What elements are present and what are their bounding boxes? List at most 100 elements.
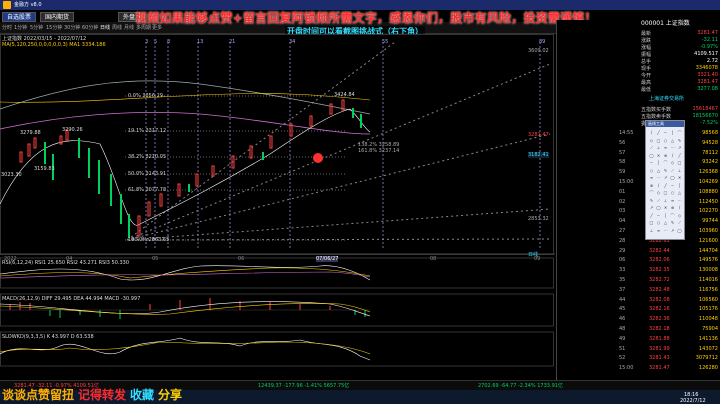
draw-tool-icon[interactable]: ⋯ [677, 198, 682, 203]
draw-tool-icon[interactable]: ○ [656, 220, 661, 225]
tape-volume: 144704 [698, 247, 718, 254]
draw-tool-icon[interactable]: □ [663, 190, 668, 195]
draw-tool-icon[interactable]: │ [677, 183, 682, 188]
draw-tool-icon[interactable]: ◇ [670, 160, 675, 165]
draw-tool-icon[interactable]: △ [670, 138, 675, 143]
draw-tool-icon[interactable]: ⊥ [663, 198, 668, 203]
draw-tool-icon[interactable]: ≡ [656, 228, 661, 233]
fib-time-label: 13 [197, 39, 204, 45]
draw-tool-icon[interactable]: ◯ [677, 228, 682, 233]
draw-tool-icon[interactable]: ↗ [649, 205, 654, 210]
draw-tool-icon[interactable]: △ [656, 168, 661, 173]
draw-tool-icon[interactable]: ⌒ [677, 130, 682, 135]
draw-tool-icon[interactable]: ○ [670, 190, 675, 195]
candle [44, 142, 46, 164]
draw-tool-icon[interactable]: ✎ [663, 168, 668, 173]
draw-tool-icon[interactable]: ─ [656, 213, 661, 218]
draw-tool-icon[interactable]: ○ [649, 168, 654, 173]
draw-tool-icon[interactable]: ─ [663, 130, 668, 135]
draw-tool-icon[interactable]: ✕ [663, 205, 668, 210]
period-tick[interactable]: 分时 [2, 24, 12, 31]
draw-tool-icon[interactable]: ⊥ [649, 228, 654, 233]
x-axis-label: 08 [430, 256, 437, 262]
draw-tool-icon[interactable]: ✕ [656, 153, 661, 158]
draw-tool-icon[interactable]: ⋯ [663, 228, 668, 233]
kline-chart[interactable] [0, 34, 555, 380]
chart-corner-tag[interactable]: 日线 [528, 252, 538, 258]
period-week[interactable]: 周线 [112, 24, 122, 31]
draw-tool-icon[interactable]: □ [677, 160, 682, 165]
draw-tool-icon[interactable]: ◯ [656, 205, 661, 210]
draw-tool-icon[interactable]: ⟋ [677, 220, 682, 225]
draw-tool-icon[interactable]: ⌒ [649, 190, 654, 195]
chart-area[interactable]: 上证指数 2022/03/15 - 2022/07/12 MA(5,120,25… [0, 34, 555, 384]
draw-tool-icon[interactable]: □ [656, 138, 661, 143]
draw-tool-icon[interactable]: ⌒ [663, 160, 668, 165]
draw-tool-icon[interactable]: ⊕ [663, 153, 668, 158]
draw-tool-icon[interactable]: ─ [649, 160, 654, 165]
period-30m[interactable]: 30分钟 [64, 24, 80, 31]
period-5m[interactable]: 5分钟 [30, 24, 43, 31]
draw-tool-icon[interactable]: ⟋ [670, 168, 675, 173]
draw-tool-icon[interactable]: ⟋ [656, 198, 661, 203]
tape-volume: 94528 [702, 139, 718, 146]
draw-tool-icon[interactable]: ◯ [670, 175, 675, 180]
draw-tool-icon[interactable]: ◇ [656, 190, 661, 195]
draw-tool-icon[interactable]: / [677, 205, 682, 210]
draw-tool-icon[interactable]: ≡ [649, 175, 654, 180]
tab-futures[interactable]: 国内期货 [40, 12, 75, 22]
draw-tool-icon[interactable]: ⊥ [677, 168, 682, 173]
draw-tool-icon[interactable]: ⌒ [670, 213, 675, 218]
draw-tool-icon[interactable]: ╱ [677, 153, 682, 158]
draw-tool-icon[interactable]: ◇ [677, 213, 682, 218]
period-day[interactable]: 日线 [100, 24, 110, 31]
candle [360, 114, 362, 128]
quote-value: -0.97% [700, 44, 718, 50]
draw-tool-icon[interactable]: │ [670, 130, 675, 135]
draw-tool-icon[interactable]: ≡ [663, 145, 668, 150]
draw-tool-icon[interactable]: ◯ [649, 153, 654, 158]
book-value: -7.52% [700, 120, 718, 126]
draw-tool-icon[interactable]: / [670, 153, 675, 158]
draw-tool-icon[interactable]: △ [663, 220, 668, 225]
draw-tool-icon[interactable]: ✎ [670, 220, 675, 225]
right-axis-label: 3182.41 [528, 152, 549, 158]
draw-tool-icon[interactable]: / [656, 183, 661, 188]
draw-tool-icon[interactable]: ◇ [649, 138, 654, 143]
draw-tool-icon[interactable]: ⊕ [649, 183, 654, 188]
draw-tool-icon[interactable]: ○ [663, 138, 668, 143]
draw-tool-icon[interactable]: ≡ [670, 198, 675, 203]
draw-tool-icon[interactable]: │ [656, 160, 661, 165]
draw-tool-icon[interactable]: □ [649, 220, 654, 225]
period-15m[interactable]: 15分钟 [46, 24, 62, 31]
draw-tool-icon[interactable]: ↗ [677, 145, 682, 150]
clock-date: 2022/7/12 [680, 398, 706, 404]
draw-tool-icon[interactable]: ✎ [677, 138, 682, 143]
draw-tool-icon[interactable]: ↗ [663, 175, 668, 180]
draw-tool-icon[interactable]: / [649, 130, 654, 135]
draw-tool-icon[interactable]: ⊕ [670, 205, 675, 210]
tab-watchlist[interactable]: 自选股票 [2, 12, 37, 22]
draw-tool-icon[interactable]: ╱ [663, 183, 668, 188]
draw-tool-icon[interactable]: △ [677, 190, 682, 195]
draw-tool-icon[interactable]: │ [663, 213, 668, 218]
tape-volume: 75904 [702, 326, 718, 332]
period-1m[interactable]: 1分钟 [14, 24, 27, 31]
period-month[interactable]: 月线 [124, 24, 134, 31]
draw-tool-icon[interactable]: ⊥ [656, 145, 661, 150]
candle [352, 108, 354, 118]
tape-price: 3281.99 [649, 345, 670, 352]
draw-tool-icon[interactable]: ✎ [649, 198, 654, 203]
draw-tool-icon[interactable]: ╱ [656, 130, 661, 135]
draw-tool-icon[interactable]: ↗ [670, 228, 675, 233]
draw-tool-icon[interactable]: ╱ [649, 213, 654, 218]
draw-tool-icon[interactable]: ⟋ [649, 145, 654, 150]
period-60m[interactable]: 60分钟 [82, 24, 98, 31]
draw-tool-icon[interactable]: ✕ [677, 175, 682, 180]
macd-dea [0, 303, 371, 315]
draw-tool-icon[interactable]: ─ [670, 183, 675, 188]
fib-time-label: 21 [229, 39, 236, 45]
tape-time: 02 [619, 198, 626, 205]
draw-tool-icon[interactable]: ⋯ [670, 145, 675, 150]
draw-tool-icon[interactable]: ⋯ [656, 175, 661, 180]
